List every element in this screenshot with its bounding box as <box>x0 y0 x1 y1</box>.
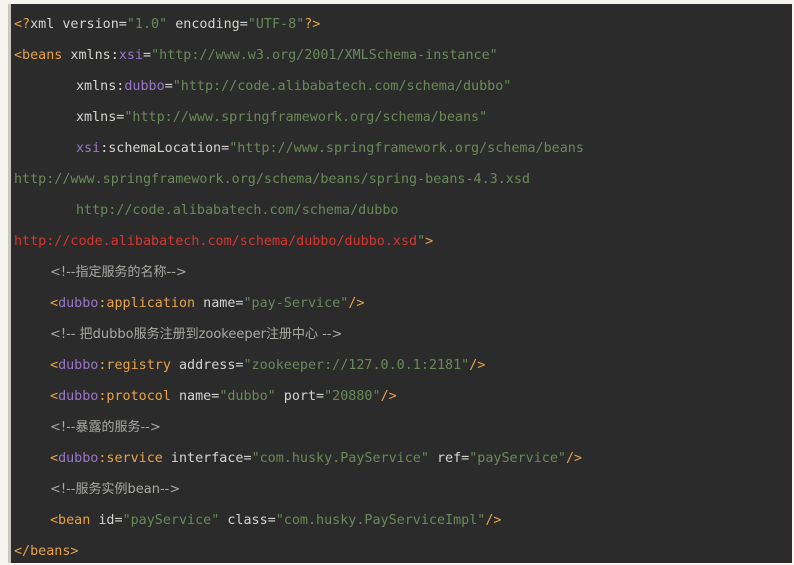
code-line-xmlns-dubbo: xmlns:dubbo="http://code.alibabatech.com… <box>11 71 792 102</box>
code-line-comment-bean: <!--服务实例bean--> <box>11 474 792 505</box>
comment: <!-- 把dubbo服务注册到zookeeper注册中心 --> <box>50 327 343 342</box>
tag-close-bracket: > <box>425 234 434 249</box>
code-line-dubbo-protocol: <dubbo:protocol name="dubbo" port="20880… <box>11 381 792 412</box>
tag-self-close: /> <box>566 451 583 466</box>
value-encoding: "UTF-8" <box>247 17 305 32</box>
ns-dubbo: dubbo <box>58 389 99 404</box>
comment: <!--服务实例bean--> <box>50 482 181 497</box>
tag-service: :service <box>98 451 163 466</box>
tag-application: :application <box>98 296 196 311</box>
code-line-beans-open: <beans xmlns:xsi="http://www.w3.org/2001… <box>11 40 792 71</box>
code-line-xml-declaration: <?xml version="1.0" encoding="UTF-8"?> <box>11 9 792 40</box>
code-line-dubbo-service: <dubbo:service interface="com.husky.PayS… <box>11 443 792 474</box>
tag-open-bracket: < <box>50 296 59 311</box>
tag-self-close: /> <box>348 296 365 311</box>
tag-beans-close: </beans> <box>14 544 79 559</box>
value-dubbo-url: "http://code.alibabatech.com/schema/dubb… <box>172 79 512 94</box>
value-xsi-url: "http://www.w3.org/2001/XMLSchema-instan… <box>151 48 498 63</box>
attr-ref: ref= <box>428 451 470 466</box>
tag-self-close: /> <box>469 358 486 373</box>
tag-protocol: :protocol <box>98 389 171 404</box>
value-beans-url: "http://www.springframework.org/schema/b… <box>124 110 488 125</box>
value-ref: "payService" <box>469 451 566 466</box>
attr-port: port= <box>275 389 325 404</box>
ns-dubbo: dubbo <box>58 358 99 373</box>
xml-keyword: xml <box>30 17 55 32</box>
code-line-bean: <bean id="payService" class="com.husky.P… <box>11 505 792 536</box>
value-dubbo-xsd: http://code.alibabatech.com/schema/dubbo… <box>14 234 418 249</box>
tag-open-bracket: < <box>50 451 59 466</box>
equals: = <box>164 79 173 94</box>
comment: <!--指定服务的名称--> <box>50 265 187 280</box>
attr-xmlns: xmlns= <box>76 110 125 125</box>
code-block: <?xml version="1.0" encoding="UTF-8"?> <… <box>8 4 792 563</box>
tag-registry: :registry <box>98 358 171 373</box>
equals: = <box>143 48 152 63</box>
value-address: "zookeeper://127.0.0.1:2181" <box>243 358 470 373</box>
attr-id: id= <box>90 513 123 528</box>
value-id: "payService" <box>122 513 220 528</box>
ns-dubbo: dubbo <box>58 296 99 311</box>
code-line-comment-service-name: <!--指定服务的名称--> <box>11 257 792 288</box>
ns-xsi: xsi <box>76 141 101 156</box>
attr-name: name= <box>170 389 220 404</box>
code-line-schema-beans-xsd: http://www.springframework.org/schema/be… <box>11 164 792 195</box>
tag-self-close: /> <box>380 389 397 404</box>
value-interface: "com.husky.PayService" <box>251 451 429 466</box>
ns-dubbo: dubbo <box>58 451 99 466</box>
code-line-xmlns-default: xmlns="http://www.springframework.org/sc… <box>11 102 792 133</box>
attr-name: name= <box>195 296 244 311</box>
attr-xmlns-prefix: xmlns: <box>62 48 119 63</box>
value-schema-location-start: "http://www.springframework.org/schema/b… <box>229 141 584 156</box>
value-name: "dubbo" <box>219 389 276 404</box>
value-name: "pay-Service" <box>243 296 349 311</box>
value-dubbo-schema: http://code.alibabatech.com/schema/dubbo <box>76 203 399 218</box>
tag-open-bracket: < <box>50 358 59 373</box>
xml-pi-open: <? <box>14 17 31 32</box>
code-line-dubbo-application: <dubbo:application name="pay-Service"/> <box>11 288 792 319</box>
ns-dubbo: dubbo <box>124 79 165 94</box>
code-line-dubbo-registry: <dubbo:registry address="zookeeper://127… <box>11 350 792 381</box>
attr-address: address= <box>170 358 244 373</box>
code-line-schema-dubbo-xsd: http://code.alibabatech.com/schema/dubbo… <box>11 226 792 257</box>
value-port: "20880" <box>324 389 381 404</box>
tag-bean-open: <bean <box>50 513 91 528</box>
value-class: "com.husky.PayServiceImpl" <box>275 513 486 528</box>
code-line-comment-exposed: <!--暴露的服务--> <box>11 412 792 443</box>
attr-class: class= <box>219 513 276 528</box>
comment: <!--暴露的服务--> <box>50 420 161 435</box>
code-line-schema-location: xsi:schemaLocation="http://www.springfra… <box>11 133 792 164</box>
xml-pi-close: ?> <box>304 17 321 32</box>
attr-xmlns-prefix: xmlns: <box>76 79 125 94</box>
quote-close: " <box>417 234 426 249</box>
attr-interface: interface= <box>162 451 252 466</box>
code-line-schema-dubbo: http://code.alibabatech.com/schema/dubbo <box>11 195 792 226</box>
tag-open-bracket: < <box>50 389 59 404</box>
tag-self-close: /> <box>485 513 502 528</box>
value-version: "1.0" <box>126 17 168 32</box>
value-beans-xsd: http://www.springframework.org/schema/be… <box>14 172 530 187</box>
attr-encoding: encoding= <box>167 17 248 32</box>
code-line-beans-close: </beans> <box>11 536 792 563</box>
attr-schema-location: :schemaLocation= <box>100 141 230 156</box>
code-line-comment-registry: <!-- 把dubbo服务注册到zookeeper注册中心 --> <box>11 319 792 350</box>
tag-beans-open: <beans <box>14 48 63 63</box>
ns-xsi: xsi <box>118 48 143 63</box>
attr-version: version= <box>54 17 127 32</box>
